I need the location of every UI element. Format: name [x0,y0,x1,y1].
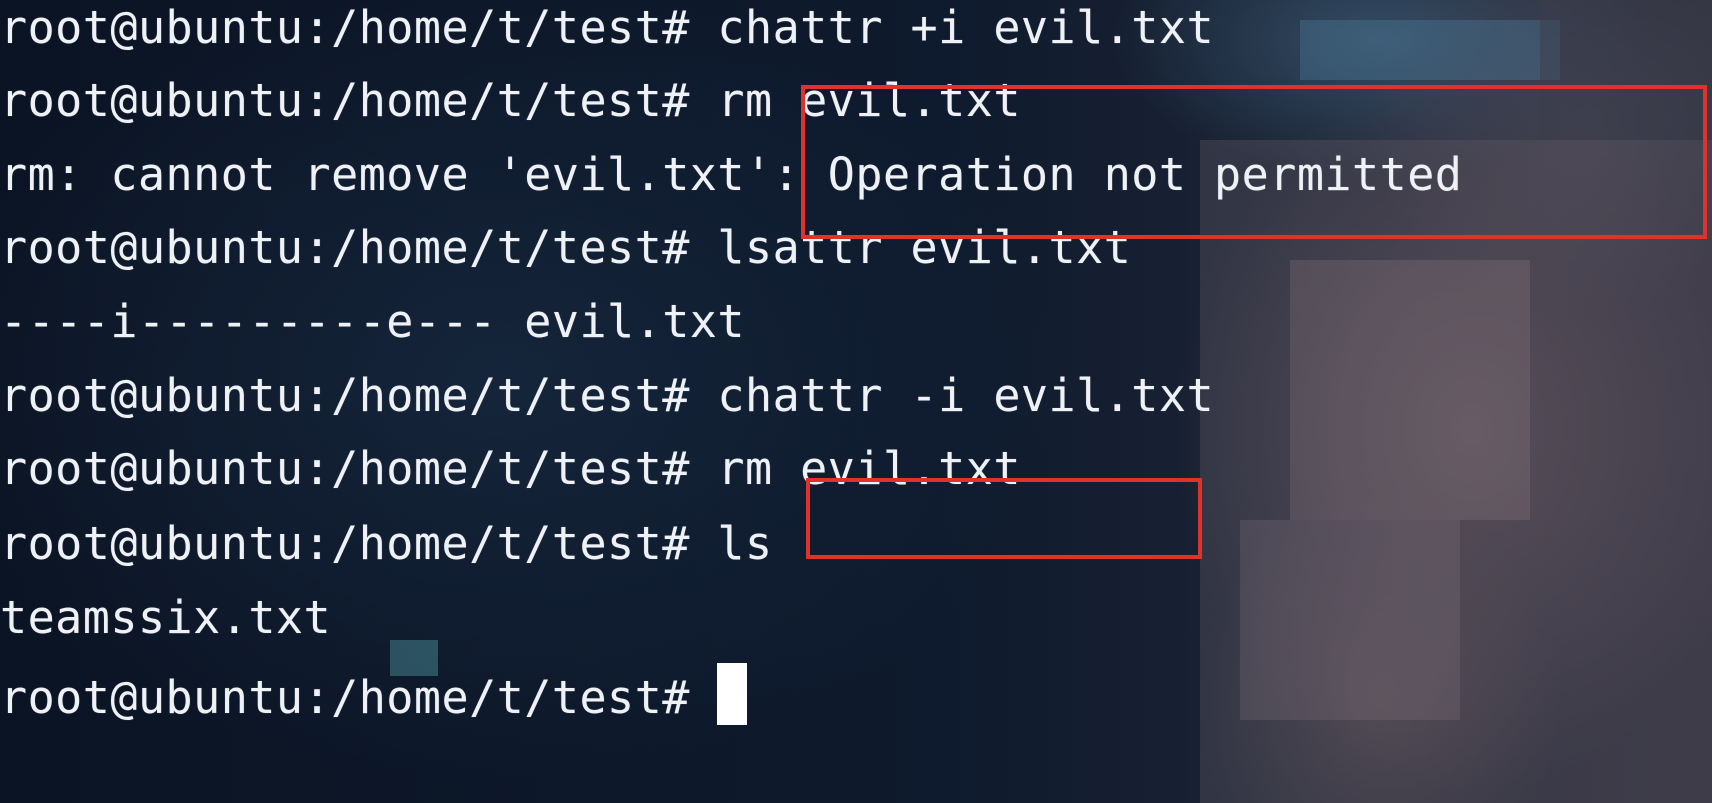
command-text: chattr +i evil.txt [717,1,1215,54]
text-cursor [717,663,748,725]
shell-prompt: root@ubuntu:/home/t/test# [0,221,718,274]
terminal-line: rm: cannot remove 'evil.txt': Operation … [0,147,1462,227]
shell-prompt: root@ubuntu:/home/t/test# [0,671,718,724]
command-text: rm evil.txt [717,74,1021,127]
background-pixel-block [1300,20,1560,80]
terminal-window[interactable]: root@ubuntu:/home/t/test# chattr +i evil… [0,0,1712,803]
output-text: ----i---------e--- evil.txt [0,295,745,348]
terminal-line: root@ubuntu:/home/t/test# chattr -i evil… [0,368,1214,448]
background-pixel-block [1540,0,1712,140]
command-text: lsattr evil.txt [717,221,1132,274]
terminal-line: root@ubuntu:/home/t/test# lsattr evil.tx… [0,220,1131,300]
shell-prompt: root@ubuntu:/home/t/test# [0,442,718,495]
output-text: rm: cannot remove 'evil.txt': Operation … [0,148,1463,201]
background-pixel-block [1200,140,1712,803]
terminal-line: root@ubuntu:/home/t/test# rm evil.txt [0,73,1021,153]
terminal-line: root@ubuntu:/home/t/test# chattr +i evil… [0,0,1214,80]
shell-prompt: root@ubuntu:/home/t/test# [0,1,718,54]
terminal-input-line[interactable]: root@ubuntu:/home/t/test# [0,663,748,743]
terminal-line: ----i---------e--- evil.txt [0,294,745,374]
shell-prompt: root@ubuntu:/home/t/test# [0,517,718,570]
shell-prompt: root@ubuntu:/home/t/test# [0,74,718,127]
background-pixel-block [1290,260,1530,520]
terminal-line: teamssix.txt [0,590,331,670]
shell-prompt: root@ubuntu:/home/t/test# [0,369,718,422]
command-text: ls [717,517,773,570]
terminal-line: root@ubuntu:/home/t/test# rm evil.txt [0,441,1021,521]
command-text: rm evil.txt [717,442,1021,495]
output-text: teamssix.txt [0,591,332,644]
command-text: chattr -i evil.txt [717,369,1215,422]
background-pixel-block [1240,520,1460,720]
terminal-line: root@ubuntu:/home/t/test# ls [0,516,773,596]
